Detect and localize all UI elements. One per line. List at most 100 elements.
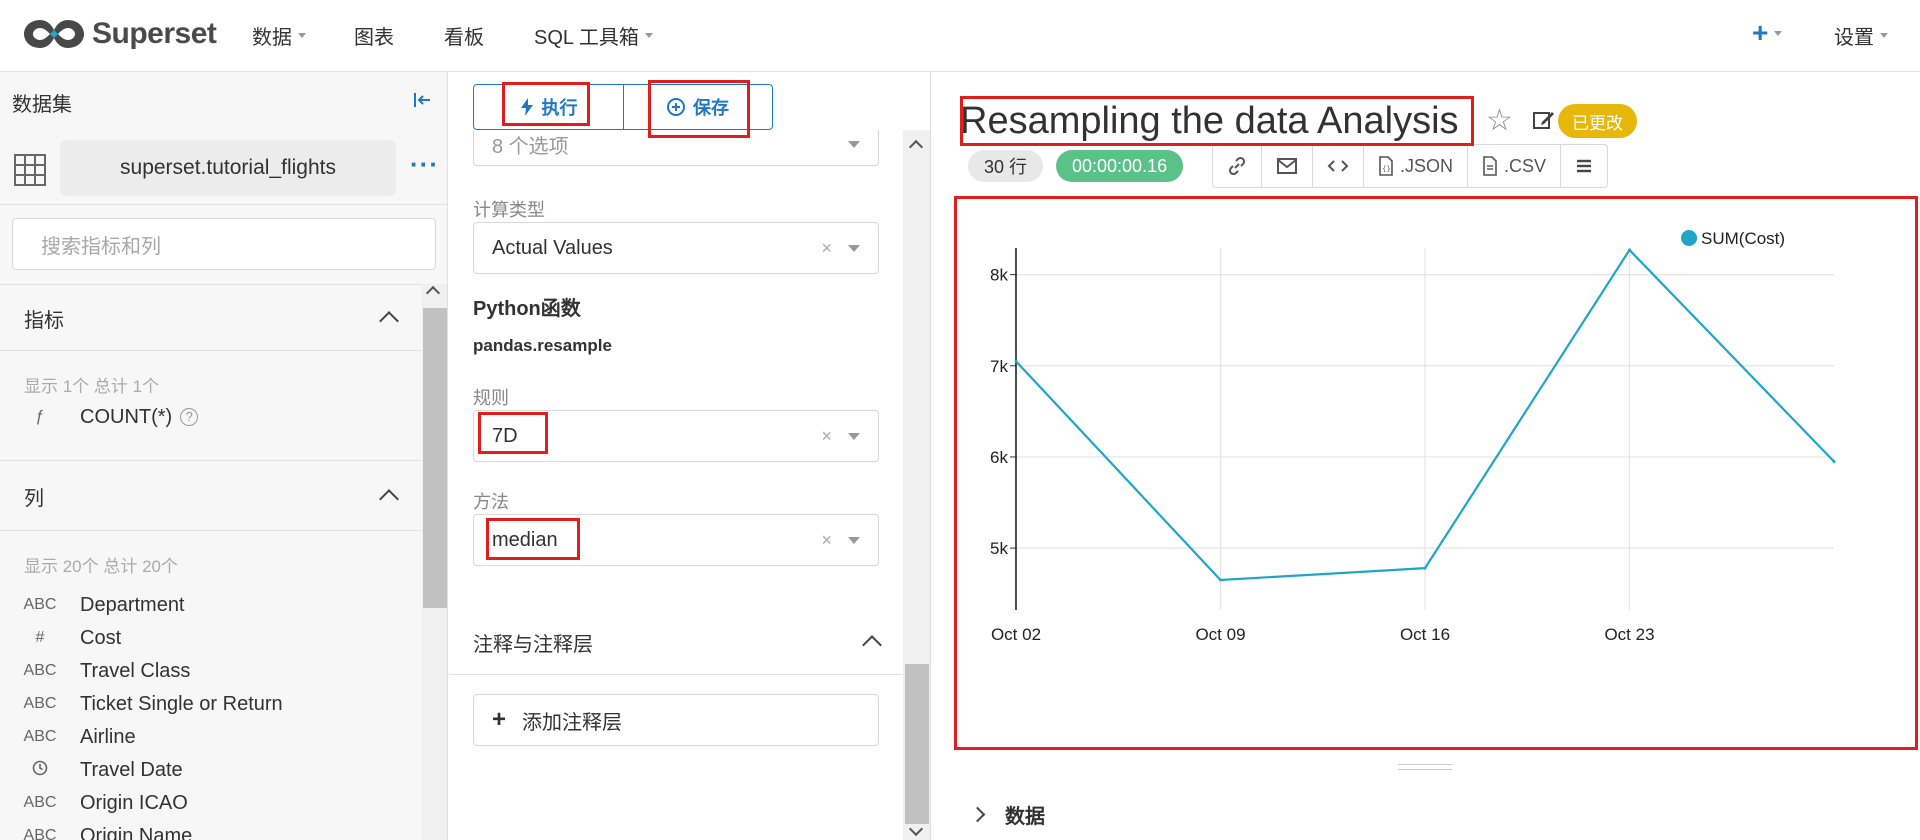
columns-section-title: 列 [24, 488, 44, 510]
plus-icon: + [492, 706, 507, 733]
y-tick-label: 5k [990, 539, 1008, 558]
column-item[interactable]: Travel Date [0, 755, 420, 785]
metrics-section-title: 指标 [24, 310, 64, 332]
y-tick-label: 8k [990, 266, 1008, 285]
nav-data-label: 数据 [252, 26, 292, 49]
function-icon: ƒ [35, 408, 45, 425]
svg-text:{}: {} [1382, 165, 1391, 173]
more-actions-button[interactable] [1561, 145, 1607, 187]
x-tick-label: Oct 16 [1400, 625, 1450, 644]
python-function-name: pandas.resample [473, 336, 612, 355]
superset-logo-icon [24, 20, 84, 48]
clear-icon[interactable]: × [821, 530, 832, 551]
options-select-value: 8 个选项 [492, 135, 569, 158]
scrollbar-thumb[interactable] [905, 664, 929, 824]
scrollbar-thumb[interactable] [423, 308, 447, 608]
nav-dashboards[interactable]: 看板 [444, 20, 484, 50]
scroll-up-arrow-icon[interactable] [908, 139, 924, 155]
clear-icon[interactable]: × [821, 426, 832, 447]
chevron-right-icon [969, 806, 986, 823]
menu-icon [1577, 159, 1592, 173]
scroll-up-arrow-icon[interactable] [425, 285, 441, 301]
add-new-button[interactable]: + [1752, 17, 1783, 48]
legend-label: SUM(Cost) [1701, 229, 1785, 248]
column-item[interactable]: ABC Travel Class [0, 656, 420, 686]
column-item[interactable]: ABC Ticket Single or Return [0, 689, 420, 719]
column-name: Travel Date [80, 758, 183, 781]
control-panel: 8 个选项 计算类型 Actual Values × Python函数 pand… [449, 72, 931, 840]
rule-value: 7D [492, 424, 518, 447]
x-tick-label: Oct 02 [991, 625, 1041, 644]
data-point [1423, 566, 1427, 570]
data-pane-toggle[interactable]: 数据 [969, 800, 1045, 829]
mail-icon [1277, 158, 1297, 174]
calc-type-select[interactable]: Actual Values × [473, 222, 879, 274]
line-chart: 5k 6k 7k 8k Oct 02 Oct 09 Oct 16 Oct 23 SUM(Cos… [990, 229, 1836, 644]
chevron-up-icon[interactable] [379, 489, 399, 509]
chart-title[interactable]: Resampling the data Analysis [960, 100, 1459, 143]
run-button[interactable]: 执行 [474, 85, 623, 129]
caret-down-icon [298, 32, 306, 38]
data-point [1628, 248, 1631, 252]
share-email-button[interactable] [1262, 145, 1313, 187]
table-grid-icon [14, 154, 46, 186]
rule-label: 规则 [473, 388, 509, 408]
json-label: .JSON [1400, 155, 1454, 176]
dropdown-arrow-icon [848, 537, 860, 544]
dataset-name[interactable]: superset.tutorial_flights [60, 140, 396, 196]
chart-action-bar: {} .JSON .CSV [1212, 144, 1609, 188]
calc-type-value: Actual Values [492, 236, 613, 259]
column-item[interactable]: # Cost [0, 623, 420, 653]
chart-legend[interactable]: SUM(Cost) [1681, 229, 1785, 248]
embed-code-button[interactable] [1313, 145, 1364, 187]
star-icon[interactable]: ☆ [1486, 106, 1513, 136]
nav-data-menu[interactable]: 数据 [252, 20, 306, 50]
column-item[interactable]: ABC Origin Name [0, 821, 420, 840]
divider [0, 460, 422, 461]
divider [0, 204, 447, 205]
copy-link-button[interactable] [1213, 145, 1262, 187]
column-item[interactable]: ABC Airline [0, 722, 420, 752]
nav-sql-lab-menu[interactable]: SQL 工具箱 [534, 20, 653, 50]
search-metrics-columns-input[interactable]: 搜索指标和列 [12, 218, 436, 270]
column-item[interactable]: ABC Origin ICAO [0, 788, 420, 818]
more-options-icon[interactable]: ··· [410, 151, 439, 177]
rule-select[interactable]: 7D × [473, 410, 879, 462]
calc-type-label: 计算类型 [473, 200, 545, 220]
control-panel-scrollbar[interactable] [903, 130, 930, 840]
column-name: Origin ICAO [80, 791, 188, 814]
method-value: median [492, 528, 558, 551]
scroll-down-arrow-icon[interactable] [908, 821, 924, 837]
dropdown-arrow-icon [848, 141, 860, 148]
export-csv-button[interactable]: .CSV [1468, 145, 1562, 187]
chevron-up-icon[interactable] [862, 635, 882, 655]
save-button[interactable]: 保存 [623, 85, 772, 129]
metric-item[interactable]: ƒ COUNT(*) ? [0, 402, 420, 432]
resize-handle[interactable] [1398, 764, 1452, 770]
edit-icon[interactable] [1532, 108, 1558, 134]
data-pane-label: 数据 [1005, 806, 1045, 828]
column-name: Cost [80, 626, 122, 649]
collapse-panel-icon[interactable] [412, 90, 432, 116]
dataset-scrollbar[interactable] [422, 284, 447, 840]
string-type-icon: ABC [23, 827, 57, 840]
column-item[interactable]: ABC Department [0, 590, 420, 620]
superset-logo[interactable]: Superset [22, 14, 217, 54]
chevron-up-icon[interactable] [379, 311, 399, 331]
string-type-icon: ABC [23, 794, 57, 811]
dataset-panel: 数据集 superset.tutorial_flights ··· 搜索指标和列… [0, 72, 448, 840]
changed-badge: 已更改 [1558, 104, 1637, 138]
json-file-icon: {} [1379, 156, 1393, 176]
nav-charts[interactable]: 图表 [354, 20, 394, 50]
plus-icon: + [1752, 17, 1769, 48]
help-icon[interactable]: ? [180, 408, 199, 426]
nav-settings-menu[interactable]: 设置 [1834, 20, 1888, 50]
run-label: 执行 [541, 98, 578, 118]
clear-icon[interactable]: × [821, 238, 832, 259]
add-annotation-layer-button[interactable]: + 添加注释层 [473, 694, 879, 746]
y-tick-label: 6k [990, 448, 1008, 467]
method-select[interactable]: median × [473, 514, 879, 566]
export-json-button[interactable]: {} .JSON [1364, 145, 1469, 187]
column-name: Department [80, 593, 185, 616]
dropdown-arrow-icon [848, 433, 860, 440]
